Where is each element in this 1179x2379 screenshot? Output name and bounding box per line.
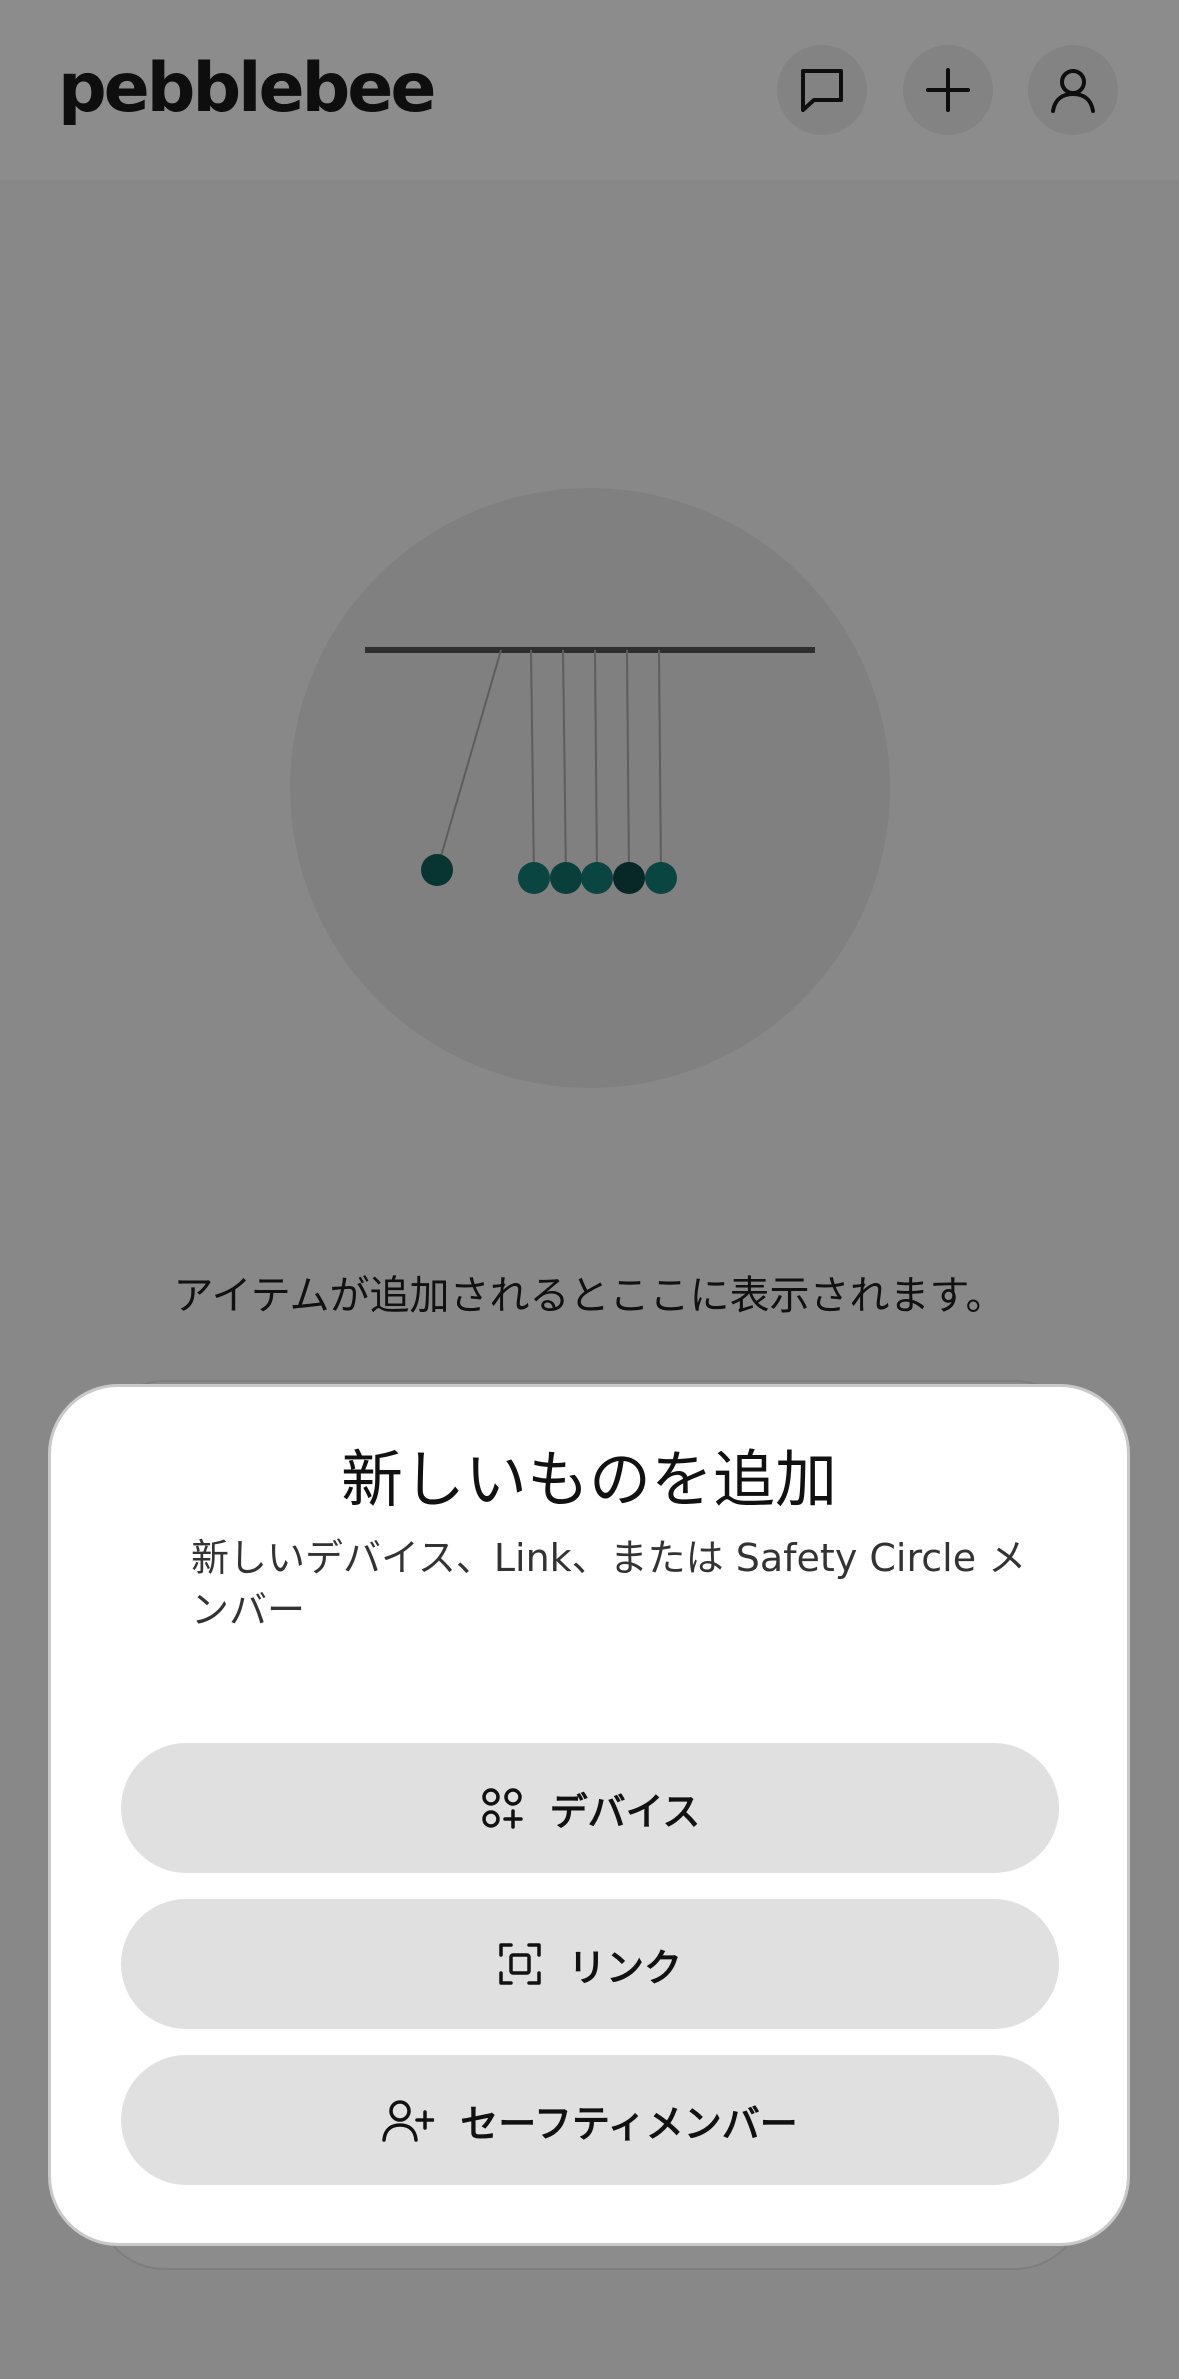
add-link-label: リンク (567, 1945, 682, 1990)
add-link-button[interactable]: リンク (121, 1899, 1059, 2029)
scan-frame-icon (499, 1943, 541, 1985)
add-device-button[interactable]: デバイス (121, 1743, 1059, 1873)
add-safety-member-label: セーフティメンバー (460, 2101, 798, 2146)
user-add-icon (382, 2100, 435, 2142)
sheet-subtitle: 新しいデバイス、Link、または Safety Circle メンバー (191, 1536, 1027, 1632)
add-new-sheet: 新しいものを追加 新しいデバイス、Link、または Safety Circle … (48, 1384, 1130, 2246)
device-grid-add-icon (481, 1788, 523, 1829)
sheet-title: 新しいものを追加 (340, 1443, 837, 1516)
add-device-label: デバイス (549, 1789, 701, 1834)
add-safety-member-button[interactable]: セーフティメンバー (121, 2055, 1059, 2185)
